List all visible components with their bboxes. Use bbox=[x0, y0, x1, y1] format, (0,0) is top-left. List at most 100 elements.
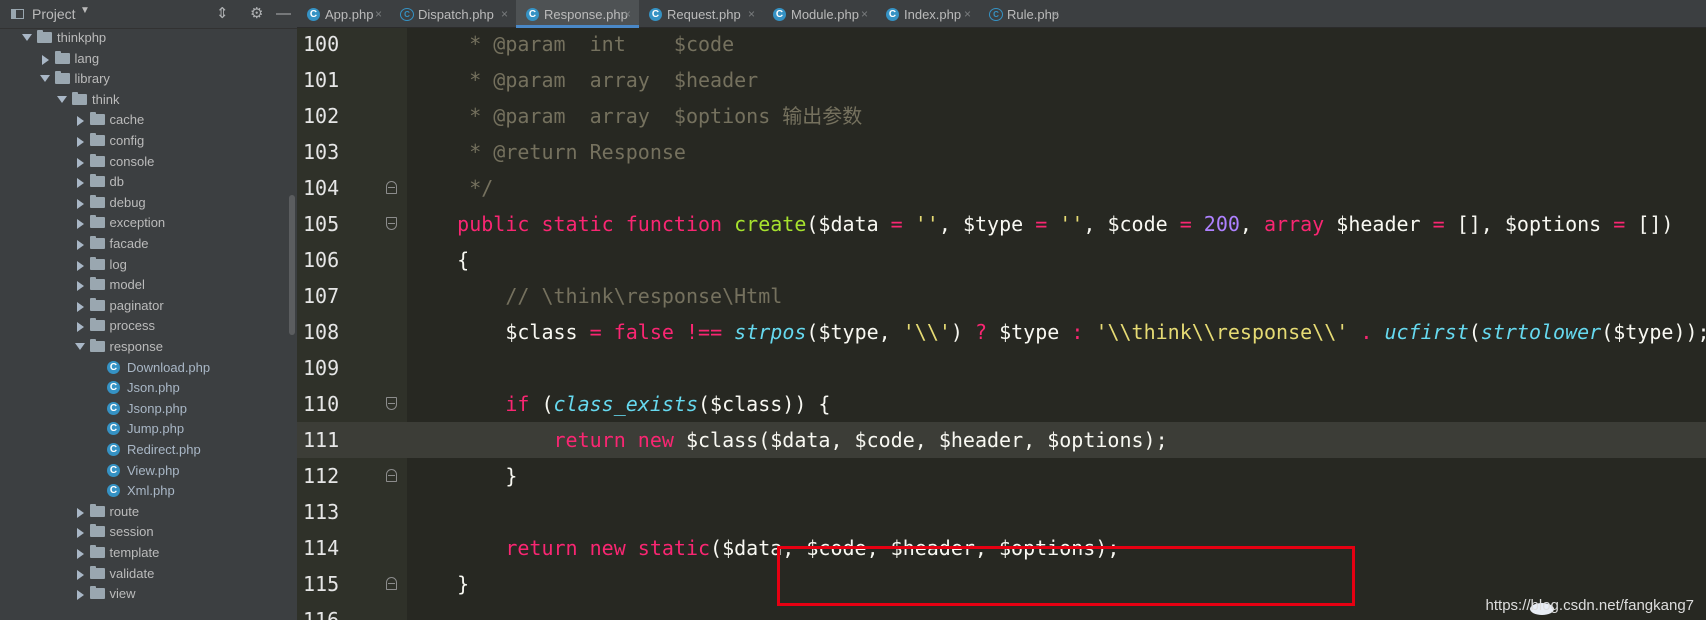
tab-app[interactable]: C App.php × bbox=[297, 0, 390, 28]
tree-folder-debug[interactable]: debug bbox=[0, 193, 290, 214]
collapse-arrow-icon[interactable] bbox=[76, 198, 84, 209]
collapse-arrow-icon[interactable] bbox=[76, 219, 84, 230]
tree-file-json-php[interactable]: C Json.php bbox=[0, 378, 290, 399]
tree-folder-config[interactable]: config bbox=[0, 131, 290, 152]
tab-rule[interactable]: C Rule.php × bbox=[979, 0, 1067, 28]
tree-item-label: Download.php bbox=[127, 359, 211, 375]
sidebar-scrollbar[interactable] bbox=[289, 195, 295, 335]
expand-arrow-icon[interactable] bbox=[22, 34, 32, 41]
tab-dispatch[interactable]: C Dispatch.php × bbox=[390, 0, 516, 28]
fold-marker-icon[interactable] bbox=[386, 217, 397, 230]
tab-label: Response.php bbox=[544, 7, 628, 22]
code-text: { bbox=[409, 242, 469, 278]
tree-folder-log[interactable]: log bbox=[0, 255, 290, 276]
tree-file-jump-php[interactable]: C Jump.php bbox=[0, 419, 290, 440]
close-icon[interactable]: × bbox=[501, 7, 508, 21]
tree-file-jsonp-php[interactable]: C Jsonp.php bbox=[0, 399, 290, 420]
tab-response[interactable]: C Response.php × bbox=[516, 0, 639, 28]
expand-arrow-icon[interactable] bbox=[39, 75, 50, 83]
code-line[interactable]: 111 return new $class($data, $code, $hea… bbox=[297, 422, 1706, 458]
collapse-arrow-icon[interactable] bbox=[76, 507, 84, 518]
collapse-arrow-icon[interactable] bbox=[76, 569, 84, 580]
tree-folder-session[interactable]: session bbox=[0, 522, 290, 543]
collapse-arrow-icon[interactable] bbox=[76, 301, 84, 312]
code-line[interactable]: 100 * @param int $code bbox=[297, 28, 1706, 62]
code-line[interactable]: 101 * @param array $header bbox=[297, 62, 1706, 98]
code-token: } bbox=[409, 572, 470, 596]
chevron-down-icon[interactable]: ▼ bbox=[80, 5, 90, 16]
collapse-arrow-icon[interactable] bbox=[41, 54, 49, 65]
collapse-arrow-icon[interactable] bbox=[76, 590, 84, 601]
collapse-arrow-icon[interactable] bbox=[76, 549, 84, 559]
fold-marker-icon[interactable] bbox=[386, 397, 397, 410]
tree-folder-lang[interactable]: lang bbox=[0, 49, 290, 70]
gear-icon[interactable]: ⚙ bbox=[250, 4, 263, 24]
tree-file-redirect-php[interactable]: C Redirect.php bbox=[0, 440, 290, 461]
close-icon[interactable]: × bbox=[1052, 7, 1059, 21]
tree-folder-library[interactable]: library bbox=[0, 69, 290, 90]
tree-folder-thinkphp[interactable]: thinkphp bbox=[0, 28, 290, 49]
tree-folder-view[interactable]: view bbox=[0, 584, 290, 605]
tree-folder-route[interactable]: route bbox=[0, 502, 290, 523]
code-line[interactable]: 109 bbox=[297, 350, 1706, 386]
tree-folder-cache[interactable]: cache bbox=[0, 110, 290, 131]
code-line[interactable]: 104 */ bbox=[297, 170, 1706, 206]
close-icon[interactable]: × bbox=[624, 7, 631, 21]
close-icon[interactable]: × bbox=[748, 7, 755, 21]
tree-folder-validate[interactable]: validate bbox=[0, 564, 290, 585]
tab-module[interactable]: C Module.php × bbox=[763, 0, 876, 28]
tree-folder-db[interactable]: db bbox=[0, 172, 290, 193]
tree-file-xml-php[interactable]: C Xml.php bbox=[0, 481, 290, 502]
collapse-arrow-icon[interactable] bbox=[76, 322, 84, 333]
collapse-arrow-icon[interactable] bbox=[76, 260, 84, 271]
collapse-arrow-icon[interactable] bbox=[76, 137, 84, 147]
tree-folder-exception[interactable]: exception bbox=[0, 213, 290, 234]
code-line[interactable]: 105 public static function create($data … bbox=[297, 206, 1706, 242]
expand-arrow-icon[interactable] bbox=[74, 343, 85, 350]
expand-arrow-icon[interactable] bbox=[57, 95, 67, 103]
close-icon[interactable]: × bbox=[964, 7, 971, 21]
tree-folder-response[interactable]: response bbox=[0, 337, 290, 358]
collapse-arrow-icon[interactable] bbox=[76, 528, 84, 539]
close-icon[interactable]: × bbox=[375, 7, 382, 21]
code-line[interactable]: 102 * @param array $options 输出参数 bbox=[297, 98, 1706, 134]
fold-marker-icon[interactable] bbox=[386, 577, 397, 590]
code-line[interactable]: 112 } bbox=[297, 458, 1706, 494]
minimize-icon[interactable]: — bbox=[276, 4, 291, 24]
tab-index[interactable]: C Index.php × bbox=[876, 0, 979, 28]
tree-folder-process[interactable]: process bbox=[0, 316, 290, 337]
tree-item-label: thinkphp bbox=[57, 30, 107, 45]
code-line[interactable]: 106 { bbox=[297, 242, 1706, 278]
tree-folder-template[interactable]: template bbox=[0, 543, 290, 564]
collapse-arrow-icon[interactable] bbox=[76, 178, 84, 189]
tree-folder-console[interactable]: console bbox=[0, 152, 290, 173]
tree-item-label: template bbox=[109, 545, 160, 560]
tree-file-download-php[interactable]: C Download.php bbox=[0, 358, 290, 379]
collapse-arrow-icon[interactable] bbox=[76, 240, 84, 250]
code-line[interactable]: 103 * @return Response bbox=[297, 134, 1706, 170]
tree-folder-think[interactable]: think bbox=[0, 90, 290, 111]
collapse-arrow-icon[interactable] bbox=[76, 157, 84, 168]
collapse-arrow-icon[interactable] bbox=[76, 116, 84, 127]
code-line[interactable]: 113 bbox=[297, 494, 1706, 530]
project-panel-title[interactable]: Project bbox=[32, 6, 76, 22]
close-icon[interactable]: × bbox=[861, 7, 868, 21]
tab-request[interactable]: C Request.php × bbox=[639, 0, 763, 28]
collapse-arrow-icon[interactable] bbox=[76, 281, 84, 292]
tree-file-view-php[interactable]: C View.php bbox=[0, 461, 290, 482]
code-editor[interactable]: 100 * @param int $code 101 * @param array… bbox=[297, 28, 1706, 620]
code-token: , $type bbox=[938, 212, 1036, 236]
code-token: strtolower bbox=[1480, 320, 1602, 344]
code-line[interactable]: 108 $class = false !== strpos($type, '\\… bbox=[297, 314, 1706, 350]
tree-folder-paginator[interactable]: paginator bbox=[0, 296, 290, 317]
code-token: '\\' bbox=[902, 320, 951, 344]
fold-marker-icon[interactable] bbox=[386, 181, 397, 194]
tree-folder-model[interactable]: model bbox=[0, 275, 290, 296]
code-line[interactable]: 107 // \think\response\Html bbox=[297, 278, 1706, 314]
fold-marker-icon[interactable] bbox=[386, 469, 397, 482]
tree-folder-facade[interactable]: facade bbox=[0, 234, 290, 255]
collapse-all-icon[interactable]: ⇕ bbox=[216, 4, 229, 24]
code-line[interactable]: 110 if (class_exists($class)) { bbox=[297, 386, 1706, 422]
code-token: * @param int $code bbox=[409, 32, 735, 56]
folder-icon bbox=[89, 565, 105, 579]
